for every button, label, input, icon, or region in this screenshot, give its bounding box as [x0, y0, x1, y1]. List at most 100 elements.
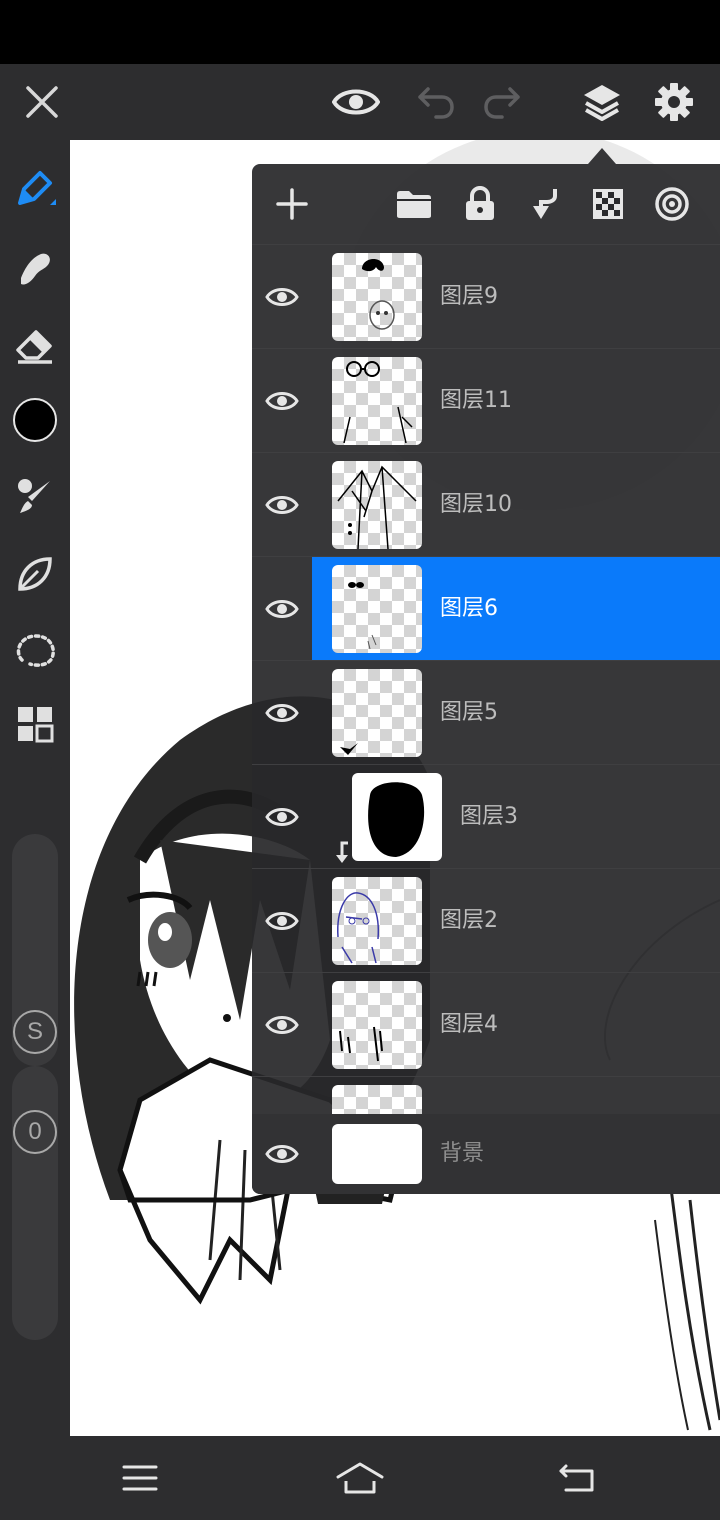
layer-row[interactable]: 图层9 — [252, 244, 720, 349]
leaf-icon — [18, 557, 52, 591]
transparency-button[interactable] — [580, 176, 636, 232]
menu-nav-button[interactable] — [80, 1436, 200, 1520]
layer-row[interactable]: 图层11 — [252, 348, 720, 453]
transparency-icon — [593, 189, 623, 219]
top-toolbar — [0, 64, 720, 140]
lasso-tool[interactable] — [0, 618, 70, 682]
layer-visibility-toggle[interactable] — [252, 453, 312, 557]
brush-icon — [18, 479, 50, 513]
panel-caret — [588, 148, 616, 164]
layer-thumbnail — [332, 669, 422, 757]
clipping-mask-icon — [336, 841, 348, 863]
lasso-icon — [16, 634, 55, 667]
eye-icon — [265, 912, 299, 930]
layer-list: 图层9 图层11 图层10 图层6 图层5 图层3 图层2 图层4 — [252, 244, 720, 1114]
layer-visibility-toggle[interactable] — [252, 1114, 312, 1194]
layer-thumbnail — [332, 253, 422, 341]
layers-panel: 图层9 图层11 图层10 图层6 图层5 图层3 图层2 图层4 背景 — [252, 164, 720, 1194]
layer-visibility-toggle[interactable] — [252, 245, 312, 349]
gear-icon — [655, 83, 693, 121]
layer-thumbnail — [352, 773, 442, 861]
background-thumbnail — [332, 1124, 422, 1184]
color-swatch[interactable] — [0, 388, 70, 452]
undo-button[interactable] — [406, 64, 466, 140]
pen-tool[interactable] — [0, 158, 70, 222]
layer-visibility-toggle[interactable] — [252, 349, 312, 453]
undo-icon — [418, 87, 454, 119]
brush-tool[interactable] — [0, 464, 70, 528]
grid-tool[interactable] — [0, 692, 70, 756]
layers-panel-header — [252, 164, 720, 244]
home-nav-button[interactable] — [300, 1436, 420, 1520]
layer-row-partial[interactable] — [252, 1076, 720, 1114]
merge-down-icon — [533, 189, 557, 219]
background-layer-name: 背景 — [440, 1141, 485, 1166]
eye-icon — [265, 496, 299, 514]
layer-thumbnail — [332, 565, 422, 653]
smudge-icon — [21, 253, 50, 285]
layer-name: 图层6 — [440, 596, 498, 621]
eraser-icon — [16, 330, 52, 364]
layer-row[interactable]: 图层4 — [252, 972, 720, 1077]
layer-name: 图层4 — [440, 1012, 498, 1037]
lock-layer-button[interactable] — [452, 176, 508, 232]
layer-visibility-toggle[interactable] — [252, 765, 312, 869]
opacity-indicator: 0 — [13, 1110, 57, 1154]
layer-visibility-toggle[interactable] — [252, 973, 312, 1077]
layer-thumbnail — [332, 461, 422, 549]
merge-down-button[interactable] — [516, 176, 572, 232]
eraser-tool[interactable] — [0, 314, 70, 378]
add-layer-button[interactable] — [264, 176, 320, 232]
eye-icon — [265, 392, 299, 410]
layer-row[interactable]: 图层2 — [252, 868, 720, 973]
menu-icon — [122, 1465, 158, 1491]
lock-icon — [466, 186, 494, 220]
layer-row[interactable]: 图层10 — [252, 452, 720, 557]
current-color — [13, 398, 57, 442]
layer-name: 图层3 — [460, 804, 518, 829]
home-icon — [336, 1462, 384, 1494]
add-icon — [276, 188, 308, 220]
pen-icon — [18, 171, 56, 205]
eye-icon — [265, 1145, 299, 1163]
background-layer-row[interactable]: 背景 — [252, 1114, 720, 1194]
eye-icon — [265, 704, 299, 722]
layer-thumbnail — [332, 877, 422, 965]
redo-icon — [484, 87, 520, 119]
eye-icon — [265, 288, 299, 306]
layer-thumbnail — [332, 981, 422, 1069]
layer-visibility-toggle[interactable] — [252, 661, 312, 765]
leaf-tool[interactable] — [0, 542, 70, 606]
layers-icon — [584, 85, 620, 121]
layer-name: 图层11 — [440, 388, 512, 413]
smudge-tool[interactable] — [0, 236, 70, 300]
layers-button[interactable] — [572, 64, 632, 140]
reference-button[interactable] — [644, 176, 700, 232]
back-icon — [559, 1464, 594, 1492]
add-folder-button[interactable] — [386, 176, 442, 232]
eye-icon — [332, 89, 380, 115]
size-indicator: S — [13, 1010, 57, 1054]
eye-icon — [265, 1016, 299, 1034]
layer-name: 图层10 — [440, 492, 512, 517]
close-button[interactable] — [10, 64, 74, 140]
settings-button[interactable] — [644, 64, 704, 140]
preview-button[interactable] — [324, 64, 388, 140]
layer-visibility-toggle[interactable] — [252, 557, 312, 661]
grid-icon — [18, 707, 54, 743]
layer-visibility-toggle[interactable] — [252, 869, 312, 973]
back-nav-button[interactable] — [518, 1436, 638, 1520]
layer-row[interactable]: 图层5 — [252, 660, 720, 765]
eye-icon — [265, 600, 299, 618]
redo-button[interactable] — [472, 64, 532, 140]
layer-name: 图层2 — [440, 908, 498, 933]
folder-icon — [397, 191, 431, 218]
layer-row-selected[interactable]: 图层6 — [252, 556, 720, 661]
layer-thumbnail — [332, 1085, 422, 1114]
opacity-slider[interactable] — [12, 1066, 58, 1340]
close-icon — [26, 86, 58, 118]
eye-icon — [265, 808, 299, 826]
system-nav-bar — [0, 1436, 720, 1520]
status-bar — [0, 0, 720, 64]
layer-row[interactable]: 图层3 — [252, 764, 720, 869]
